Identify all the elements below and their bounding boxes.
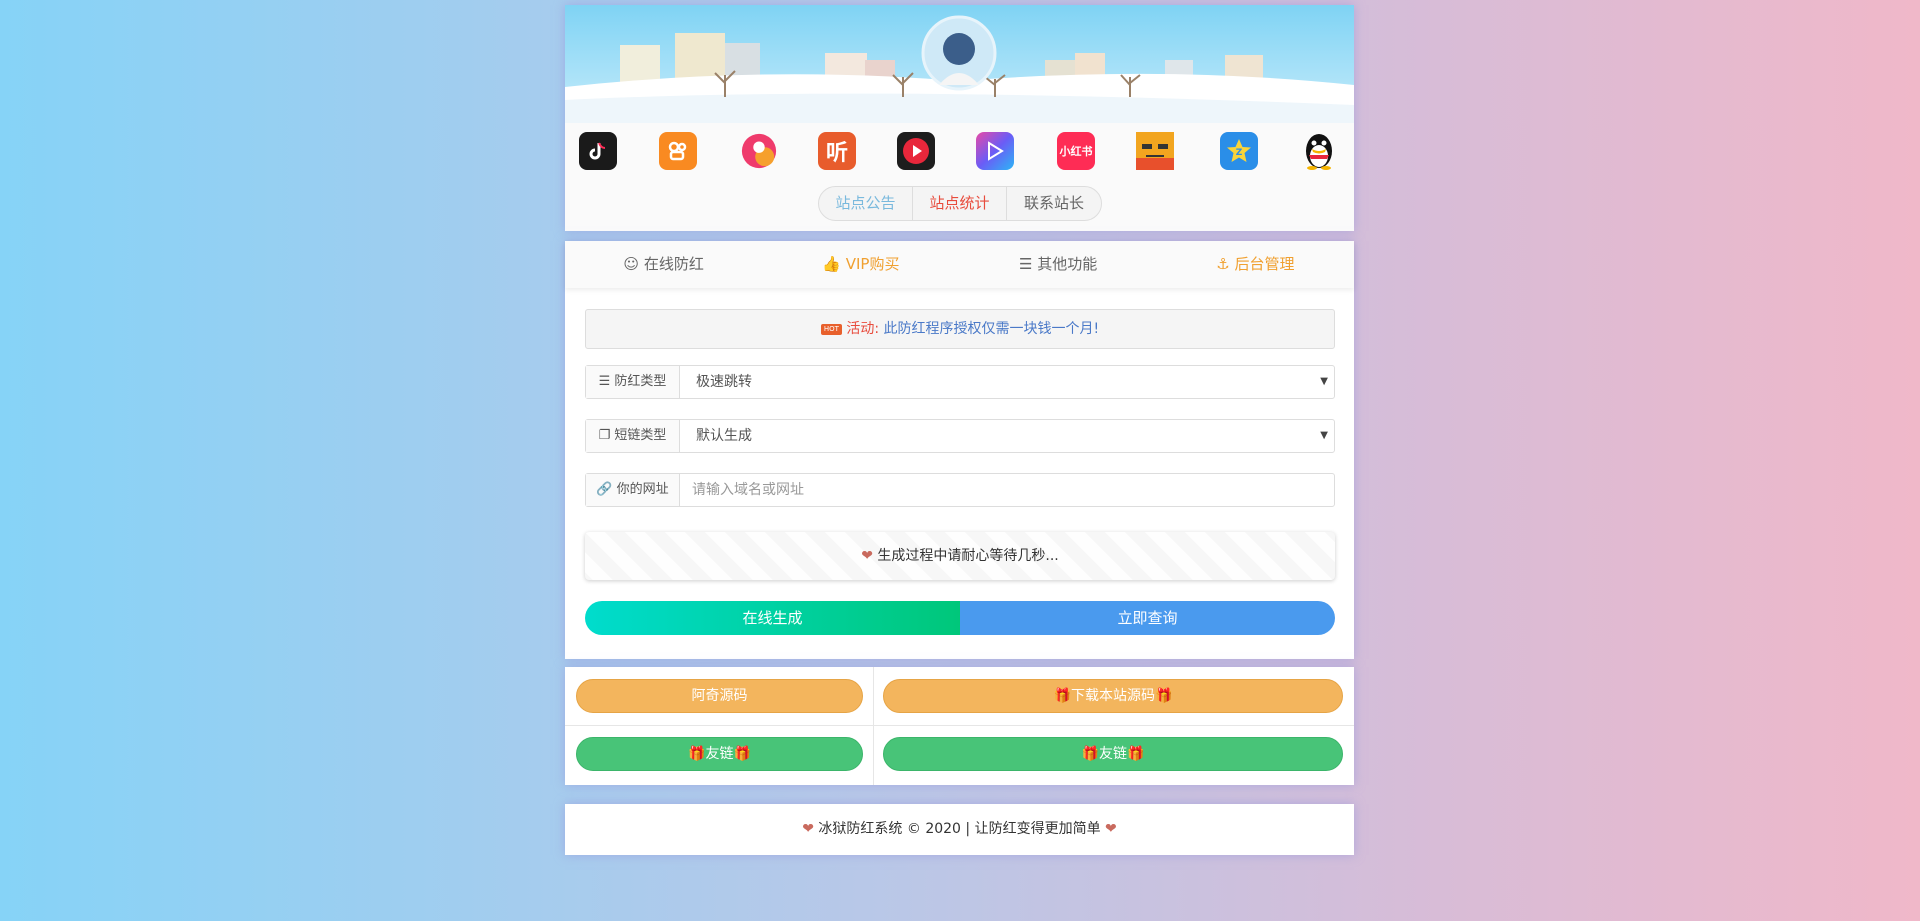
aqi-source-button[interactable]: 阿奇源码 <box>576 679 863 713</box>
shortlink-type-value: 默认生成 <box>696 428 752 444</box>
nav-online-antired-label: 在线防红 <box>643 255 704 273</box>
notice-text: 此防红程序授权仅需一块钱一个月! <box>883 321 1100 337</box>
copy-icon: ❐ <box>598 428 611 443</box>
footer: ❤ 冰狱防红系统 © 2020 | 让防红变得更加简单 ❤ <box>565 804 1354 855</box>
qq-penguin-icon[interactable] <box>1300 132 1338 170</box>
thumbs-up-icon: 👍 <box>822 255 841 273</box>
video-play-icon[interactable] <box>897 132 935 170</box>
link-icon: 🔗 <box>596 482 613 497</box>
hot-badge: HOT <box>820 323 842 335</box>
nav-admin[interactable]: ⚓ 后台管理 <box>1157 241 1354 288</box>
query-button[interactable]: 立即查询 <box>960 601 1335 635</box>
footer-text: 冰狱防红系统 © 2020 | 让防红变得更加简单 <box>818 821 1101 837</box>
download-source-label: 下载本站源码 <box>1071 688 1155 704</box>
ting-icon[interactable]: 听 <box>818 132 856 170</box>
notice-label: 活动: <box>846 321 880 337</box>
nav-other-functions[interactable]: ☰ 其他功能 <box>960 241 1157 288</box>
xiaohongshu-icon[interactable]: 小红书 <box>1057 132 1095 170</box>
friend-link-button-1[interactable]: 🎁友链🎁 <box>576 737 863 771</box>
kuaishou-icon[interactable] <box>659 132 697 170</box>
url-label: 你的网址 <box>616 482 669 497</box>
links-card: 阿奇源码 🎁下载本站源码🎁 🎁友链🎁 🎁友链🎁 <box>565 667 1354 785</box>
chevron-down-icon: ▼ <box>1320 376 1328 387</box>
winter-banner-image <box>565 5 1354 123</box>
header-card: 听 小红书 Z 站点公告 站点统计 联系站长 <box>565 5 1354 231</box>
antired-type-select[interactable]: 极速跳转 ▼ <box>680 366 1334 398</box>
gift-icon: 🎁 <box>1127 746 1145 762</box>
heart-icon: ❤ <box>861 548 873 564</box>
main-nav: ☺ 在线防红 👍 VIP购买 ☰ 其他功能 ⚓ 后台管理 <box>565 241 1354 288</box>
url-field: 🔗 你的网址 <box>585 473 1335 507</box>
list-icon: ☰ <box>598 374 611 389</box>
tab-site-notice[interactable]: 站点公告 <box>819 187 913 220</box>
tab-contact-admin[interactable]: 联系站长 <box>1007 187 1101 220</box>
nav-other-functions-label: 其他功能 <box>1037 255 1098 273</box>
anchor-icon: ⚓ <box>1216 255 1230 273</box>
divider <box>873 667 874 785</box>
nav-vip-purchase-label: VIP购买 <box>845 255 900 273</box>
antired-type-field: ☰ 防红类型 极速跳转 ▼ <box>585 365 1335 399</box>
progress-bar: ❤ 生成过程中请耐心等待几秒... <box>585 532 1335 580</box>
smile-icon: ☺ <box>623 255 640 273</box>
gift-icon: 🎁 <box>1155 688 1173 704</box>
svg-text:Z: Z <box>1236 148 1243 158</box>
heart-icon: ❤ <box>1105 821 1117 837</box>
nav-admin-label: 后台管理 <box>1234 255 1295 273</box>
menu-bars-icon: ☰ <box>1019 255 1033 273</box>
gift-icon: 🎁 <box>1053 688 1071 704</box>
generate-button[interactable]: 在线生成 <box>585 601 960 635</box>
antired-type-addon: ☰ 防红类型 <box>586 366 680 398</box>
friend-link-label-1: 友链 <box>705 746 734 762</box>
url-input[interactable] <box>680 474 1334 506</box>
friend-link-button-2[interactable]: 🎁友链🎁 <box>883 737 1343 771</box>
shortlink-type-select[interactable]: 默认生成 ▼ <box>680 420 1334 452</box>
nav-online-antired[interactable]: ☺ 在线防红 <box>565 241 762 288</box>
weishi-icon[interactable] <box>740 132 778 170</box>
gift-icon: 🎁 <box>733 746 751 762</box>
divider <box>565 725 1354 726</box>
shortlink-type-field: ❐ 短链类型 默认生成 ▼ <box>585 419 1335 453</box>
qzone-icon[interactable]: Z <box>1220 132 1258 170</box>
progress-text: 生成过程中请耐心等待几秒... <box>877 548 1059 564</box>
app-icon-row: 听 小红书 Z <box>565 127 1354 175</box>
action-buttons: 在线生成 立即查询 <box>585 601 1335 635</box>
gift-icon: 🎁 <box>1081 746 1099 762</box>
shortlink-type-addon: ❐ 短链类型 <box>586 420 680 452</box>
url-addon: 🔗 你的网址 <box>586 474 680 506</box>
shortlink-type-label: 短链类型 <box>614 428 667 443</box>
tab-site-stats[interactable]: 站点统计 <box>913 187 1007 220</box>
heart-icon: ❤ <box>802 821 814 837</box>
antired-type-label: 防红类型 <box>614 374 667 389</box>
main-card: ☺ 在线防红 👍 VIP购买 ☰ 其他功能 ⚓ 后台管理 HOT 活动: 此防红… <box>565 241 1354 659</box>
page-container: 听 小红书 Z 站点公告 站点统计 联系站长 ☺ 在线防红 👍 VIP购买 ☰ … <box>565 5 1354 855</box>
tiktok-icon[interactable] <box>579 132 617 170</box>
header-tabs: 站点公告 站点统计 联系站长 <box>818 186 1102 221</box>
download-source-button[interactable]: 🎁下载本站源码🎁 <box>883 679 1343 713</box>
nav-vip-purchase[interactable]: 👍 VIP购买 <box>762 241 959 288</box>
gift-icon: 🎁 <box>688 746 706 762</box>
bilibili-play-icon[interactable] <box>976 132 1014 170</box>
chevron-down-icon: ▼ <box>1320 430 1328 441</box>
antired-type-value: 极速跳转 <box>696 374 752 390</box>
activity-notice: HOT 活动: 此防红程序授权仅需一块钱一个月! <box>585 309 1335 349</box>
meme-face-icon[interactable] <box>1136 132 1174 170</box>
friend-link-label-2: 友链 <box>1099 746 1127 762</box>
